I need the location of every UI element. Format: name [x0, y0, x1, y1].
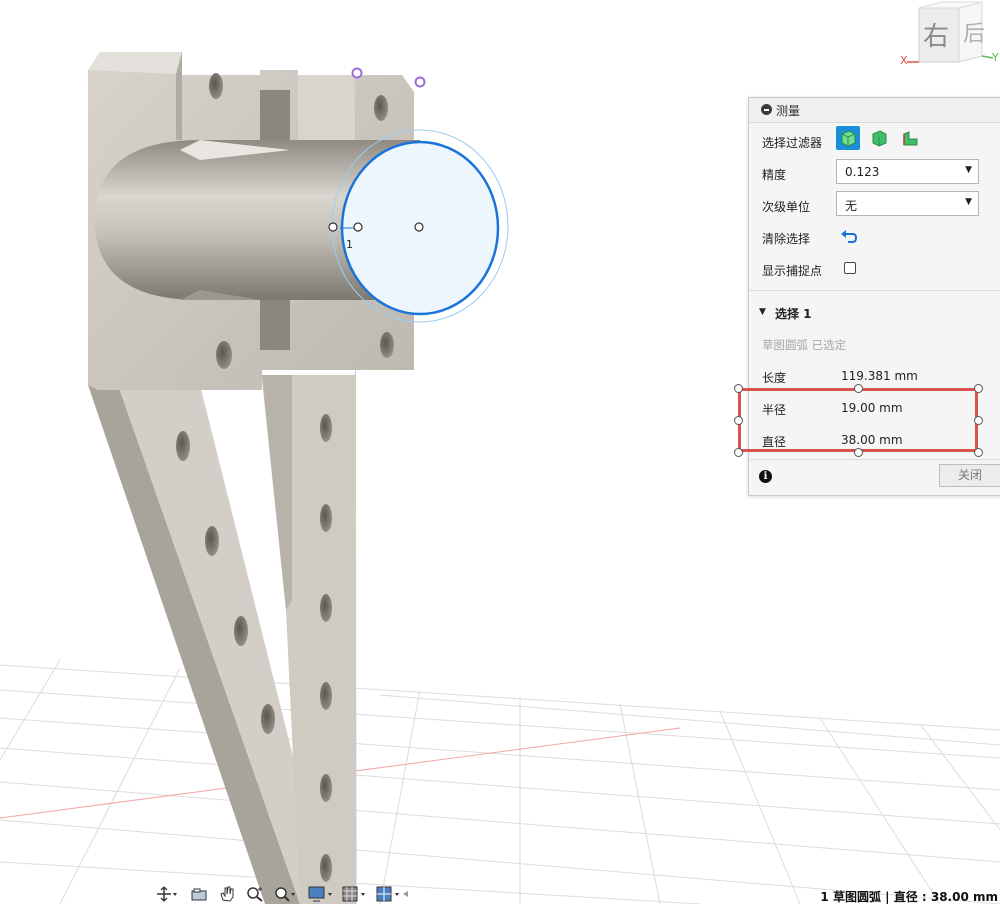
collapse-icon[interactable]	[761, 104, 772, 115]
zoom-icon[interactable]	[246, 886, 266, 902]
filter-body-icon[interactable]	[836, 126, 860, 150]
chevron-down-icon: ▼	[965, 165, 972, 175]
view-cube[interactable]: 右 后 X Y	[897, 0, 1000, 75]
resize-handle[interactable]	[974, 416, 983, 425]
filter-edge-icon[interactable]	[898, 126, 922, 150]
length-label: 长度	[762, 371, 787, 385]
selection-header[interactable]: 选择 1	[775, 305, 812, 322]
view-cube-face-right[interactable]: 右	[923, 16, 949, 53]
secondary-units-label: 次级单位	[762, 200, 811, 214]
resize-handle[interactable]	[854, 384, 863, 393]
resize-handle[interactable]	[734, 416, 743, 425]
resize-handle[interactable]	[854, 448, 863, 457]
resize-handle[interactable]	[974, 384, 983, 393]
length-value: 119.381 mm	[841, 369, 918, 383]
filter-face-icon[interactable]	[867, 126, 891, 150]
show-snap-points-label: 显示捕捉点	[762, 264, 823, 278]
precision-value: 0.123	[845, 165, 880, 179]
resize-handle[interactable]	[734, 384, 743, 393]
fit-icon[interactable]	[274, 886, 295, 902]
resize-handle[interactable]	[974, 448, 983, 457]
highlight-annotation-box	[738, 388, 978, 452]
secondary-units-select[interactable]: 无 ▼	[836, 191, 979, 216]
clear-selection-undo-icon[interactable]	[840, 228, 858, 244]
sketch-point-label: 1	[346, 238, 353, 251]
panel-header[interactable]: 测量	[749, 98, 1000, 123]
divider	[749, 290, 1000, 291]
close-button[interactable]: 关闭	[939, 464, 1000, 487]
view-cube-face-back[interactable]: 后	[963, 16, 985, 48]
precision-label: 精度	[762, 168, 787, 182]
selection-type: 草图圆弧 已选定	[762, 338, 847, 352]
panel-title: 测量	[776, 104, 801, 118]
resize-handle[interactable]	[734, 448, 743, 457]
section-collapse-icon[interactable]: ▼	[759, 307, 766, 317]
look-at-icon[interactable]	[190, 886, 210, 902]
pan-icon[interactable]	[218, 886, 238, 902]
divider	[749, 459, 1000, 460]
x-axis-label: X	[900, 54, 908, 67]
navigation-toolbar	[150, 882, 410, 904]
ground-grid	[0, 659, 1000, 905]
secondary-units-value: 无	[845, 199, 858, 213]
orbit-icon[interactable]	[156, 886, 177, 902]
clear-selection-label: 清除选择	[762, 232, 811, 246]
viewports-icon[interactable]	[376, 886, 408, 902]
info-icon[interactable]: i	[759, 470, 772, 483]
chevron-down-icon: ▼	[965, 197, 972, 207]
precision-select[interactable]: 0.123 ▼	[836, 159, 979, 184]
show-snap-points-checkbox[interactable]	[844, 262, 856, 274]
grid-settings-icon[interactable]	[342, 886, 365, 902]
selection-filter-label: 选择过滤器	[762, 136, 823, 150]
status-text: 1 草图圆弧 | 直径 : 38.00 mm	[820, 890, 998, 904]
display-settings-icon[interactable]	[308, 886, 332, 902]
y-axis-label: Y	[992, 51, 999, 64]
